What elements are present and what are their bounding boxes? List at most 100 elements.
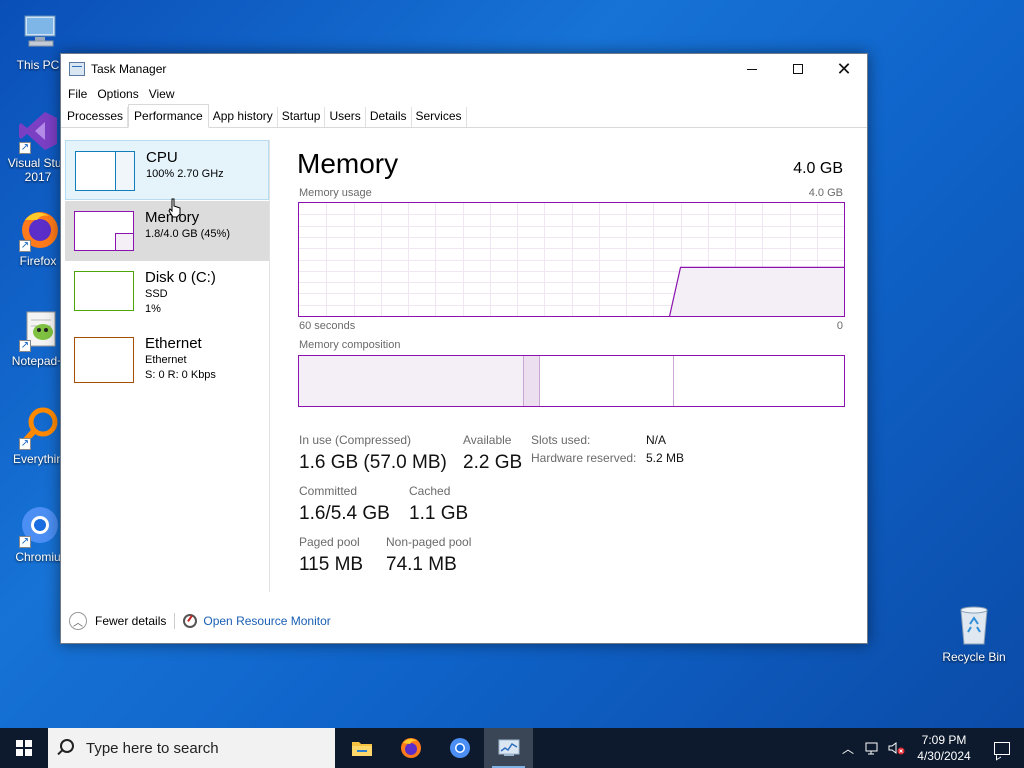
open-resource-monitor-label: Open Resource Monitor	[203, 614, 331, 628]
volume-muted-icon[interactable]	[884, 728, 908, 768]
tab-app-history[interactable]: App history	[209, 107, 278, 127]
non-paged-pool-label: Non-paged pool	[386, 535, 472, 549]
memory-usage-label: Memory usage	[299, 187, 372, 199]
fewer-details-button[interactable]: ︿ Fewer details	[69, 612, 166, 630]
open-resource-monitor-link[interactable]: Open Resource Monitor	[183, 614, 331, 628]
taskbar: Type here to search ︿ 7:09 PM 4/30/2024	[0, 728, 1024, 768]
sidebar-item-detail: 1.8/4.0 GB (45%)	[145, 228, 230, 240]
firefox-icon	[400, 738, 421, 758]
sidebar-item-label: CPU	[146, 149, 178, 166]
close-button[interactable]: ✕	[821, 54, 867, 84]
committed-value: 1.6/5.4 GB	[299, 503, 390, 524]
notification-icon	[994, 741, 1010, 755]
taskbar-file-explorer[interactable]	[337, 728, 386, 768]
sidebar-item-ethernet[interactable]: Ethernet Ethernet S: 0 R: 0 Kbps	[65, 327, 269, 387]
desktop-icon-recycle-bin[interactable]: Recycle Bin	[938, 602, 1010, 664]
minimize-button[interactable]	[729, 54, 775, 84]
desktop-icon-label: Recycle Bin	[942, 650, 1006, 664]
memory-usage-chart	[299, 203, 844, 316]
taskbar-clock[interactable]: 7:09 PM 4/30/2024	[908, 732, 980, 764]
recycle-bin-icon	[951, 602, 997, 648]
sidebar-item-label: Disk 0 (C:)	[145, 269, 216, 286]
memory-usage-max: 4.0 GB	[808, 187, 843, 199]
system-tray: ︿ 7:09 PM 4/30/2024	[836, 728, 1024, 768]
start-button[interactable]	[0, 728, 48, 768]
shortcut-arrow-icon: ↗	[19, 438, 31, 450]
memory-thumbnail-graph	[74, 211, 134, 251]
sidebar-item-detail-2: 1%	[145, 303, 161, 315]
memory-usage-area	[669, 267, 844, 316]
sidebar-item-memory[interactable]: Memory 1.8/4.0 GB (45%)	[65, 201, 269, 261]
cached-label: Cached	[409, 484, 451, 498]
mouse-cursor-icon	[168, 198, 181, 218]
taskbar-firefox[interactable]	[386, 728, 435, 768]
action-center-button[interactable]	[980, 728, 1024, 768]
sidebar-item-detail: Ethernet	[145, 354, 187, 366]
sidebar-item-disk[interactable]: Disk 0 (C:) SSD 1%	[65, 261, 269, 321]
memory-composition-label: Memory composition	[299, 339, 401, 351]
tab-users[interactable]: Users	[325, 107, 366, 127]
shortcut-arrow-icon: ↗	[19, 340, 31, 352]
task-manager-window: Task Manager ✕ File Options View Process…	[60, 53, 868, 644]
window-title: Task Manager	[91, 62, 167, 76]
network-icon[interactable]	[860, 728, 884, 768]
slots-used-label: Slots used:	[531, 433, 591, 447]
composition-standby[interactable]	[540, 356, 674, 406]
in-use-value: 1.6 GB (57.0 MB)	[299, 452, 447, 473]
minimize-icon	[747, 68, 757, 70]
windows-logo-icon	[16, 740, 32, 756]
non-paged-pool-value: 74.1 MB	[386, 554, 457, 575]
composition-in-use[interactable]	[299, 356, 524, 406]
search-icon	[60, 739, 74, 753]
tab-services[interactable]: Services	[412, 107, 467, 127]
everything-search-icon: ↗	[15, 404, 61, 450]
composition-modified[interactable]	[524, 356, 540, 406]
folder-icon	[351, 742, 372, 756]
disk-thumbnail-graph	[74, 271, 134, 311]
memory-composition-bar	[298, 355, 845, 407]
task-manager-icon	[498, 739, 519, 756]
composition-free[interactable]	[674, 356, 844, 406]
axis-left-label: 60 seconds	[299, 320, 356, 332]
resource-monitor-icon	[183, 614, 198, 628]
close-icon: ✕	[836, 59, 852, 79]
paged-pool-label: Paged pool	[299, 535, 360, 549]
tab-processes[interactable]: Processes	[63, 107, 129, 127]
maximize-button[interactable]	[775, 54, 821, 84]
hardware-reserved-value: 5.2 MB	[646, 451, 685, 465]
ethernet-thumbnail-graph	[74, 337, 134, 383]
menu-bar: File Options View	[61, 84, 867, 104]
sidebar-item-label: Ethernet	[145, 335, 202, 352]
available-value: 2.2 GB	[463, 452, 523, 473]
taskbar-chromium[interactable]	[435, 728, 484, 768]
tab-startup[interactable]: Startup	[278, 107, 326, 127]
firefox-icon: ↗	[15, 206, 61, 252]
clock-date: 4/30/2024	[917, 749, 971, 763]
shortcut-arrow-icon: ↗	[19, 240, 31, 252]
show-hidden-icons-chevron-up-icon[interactable]: ︿	[836, 728, 860, 768]
menu-file[interactable]: File	[63, 87, 92, 101]
clock-time: 7:09 PM	[921, 733, 967, 747]
axis-right-label: 0	[836, 320, 843, 332]
taskbar-search-box[interactable]: Type here to search	[48, 728, 335, 768]
sidebar-item-cpu[interactable]: CPU 100% 2.70 GHz	[65, 140, 269, 200]
cpu-thumbnail-graph	[75, 151, 135, 191]
page-title: Memory	[297, 148, 399, 179]
taskbar-task-manager[interactable]	[484, 728, 533, 768]
tab-strip: Processes Performance App history Startu…	[61, 104, 867, 128]
visual-studio-icon: ↗	[15, 108, 61, 154]
shortcut-arrow-icon: ↗	[19, 142, 31, 154]
chromium-icon: ↗	[15, 502, 61, 548]
tab-details[interactable]: Details	[366, 107, 412, 127]
sidebar-item-detail: SSD	[145, 288, 168, 300]
menu-view[interactable]: View	[144, 87, 180, 101]
memory-total: 4.0 GB	[793, 160, 843, 177]
tab-performance[interactable]: Performance	[128, 104, 209, 128]
slots-used-value: N/A	[646, 433, 667, 447]
in-use-label: In use (Compressed)	[299, 433, 412, 447]
menu-options[interactable]: Options	[92, 87, 143, 101]
paged-pool-value: 115 MB	[299, 554, 364, 575]
title-bar[interactable]: Task Manager ✕	[61, 54, 867, 84]
fewer-details-label: Fewer details	[95, 614, 167, 628]
window-controls: ✕	[729, 54, 867, 84]
